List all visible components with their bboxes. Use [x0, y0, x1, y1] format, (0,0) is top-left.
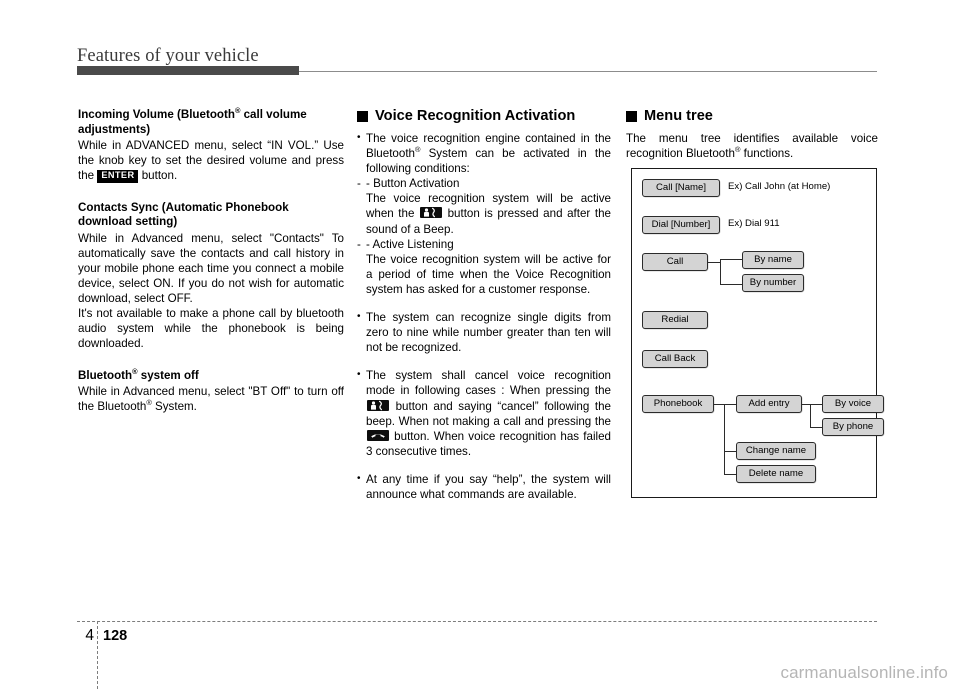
square-bullet-icon: [626, 111, 637, 122]
footer-divider: [77, 621, 877, 622]
voice-recognition-bullet-list: The voice recognition engine contained i…: [357, 130, 611, 176]
incoming-volume-heading-text1: Incoming Volume (Bluetooth: [78, 108, 235, 121]
end-call-icon[interactable]: [367, 429, 389, 441]
tree-connector: [720, 284, 742, 285]
contacts-sync-paragraph-1: While in Advanced menu, select "Contacts…: [78, 231, 344, 306]
tree-connector: [720, 259, 721, 285]
tree-connector: [810, 404, 811, 428]
voice-recognition-glyph: [424, 208, 436, 218]
bluetooth-off-text2: System.: [151, 400, 197, 414]
bluetooth-off-paragraph: While in Advanced menu, select "BT Off" …: [78, 384, 344, 414]
tree-example-dial-number: Ex) Dial 911: [728, 218, 780, 229]
cancel-bullet-list: The system shall cancel voice recognitio…: [357, 367, 611, 459]
tree-node-change-name[interactable]: Change name: [736, 442, 816, 460]
tree-node-by-phone[interactable]: By phone: [822, 418, 884, 436]
page-header-title: Features of your vehicle: [77, 46, 259, 66]
menu-tree-intro: The menu tree identifies available voice…: [626, 131, 878, 161]
column-left: Incoming Volume (Bluetooth® call volume …: [78, 107, 344, 414]
column-right: Menu tree The menu tree identifies avail…: [626, 108, 878, 161]
tree-node-by-voice[interactable]: By voice: [822, 395, 884, 413]
voice-recognition-glyph: [371, 400, 383, 410]
tree-example-call-name: Ex) Call John (at Home): [728, 181, 831, 192]
tree-node-redial[interactable]: Redial: [642, 311, 708, 329]
menu-tree-heading: Menu tree: [626, 108, 878, 125]
watermark: carmanualsonline.info: [780, 663, 948, 682]
column-middle: Voice Recognition Activation The voice r…: [357, 108, 611, 502]
chapter-number: 4: [85, 627, 94, 644]
bullet3-text2: button and saying “cancel” following the…: [366, 399, 611, 428]
bluetooth-off-heading-text2: system off: [137, 368, 199, 382]
tree-node-add-entry[interactable]: Add entry: [736, 395, 802, 413]
manual-page: Features of your vehicle Incoming Volume…: [0, 0, 960, 689]
bluetooth-off-heading-text1: Bluetooth: [78, 368, 133, 382]
voice-recognition-activation-heading-text: Voice Recognition Activation: [375, 108, 576, 124]
bluetooth-off-text1: While in Advanced menu, select "BT Off" …: [78, 385, 344, 414]
tree-connector: [810, 404, 822, 405]
incoming-volume-text2: button.: [138, 169, 178, 183]
header-rule-thick: [77, 66, 299, 75]
tree-connector: [724, 404, 736, 405]
button-activation-label: - Button Activation: [357, 176, 611, 191]
footer-vertical-divider: [97, 621, 98, 689]
tree-connector: [724, 474, 736, 475]
active-listening-label-text: - Active Listening: [366, 237, 454, 251]
enter-key-chip[interactable]: ENTER: [97, 170, 139, 183]
button-activation-description: The voice recognition system will be act…: [357, 191, 611, 236]
help-command-bullet: At any time if you say “help”, the syste…: [357, 471, 611, 502]
single-digit-recognition-bullet: The system can recognize single digits f…: [357, 309, 611, 355]
menu-tree-intro-text2: functions.: [740, 147, 794, 161]
active-listening-label: - Active Listening: [357, 237, 611, 252]
help-bullet-list: At any time if you say “help”, the syste…: [357, 471, 611, 502]
tree-connector: [724, 404, 725, 475]
tree-connector: [802, 404, 810, 405]
tree-node-call[interactable]: Call: [642, 253, 708, 271]
tree-connector: [720, 259, 742, 260]
menu-tree-inner: Call [Name] Ex) Call John (at Home) Dial…: [632, 169, 884, 497]
contacts-sync-heading: Contacts Sync (Automatic Phonebook downl…: [78, 200, 289, 229]
bluetooth-off-heading: Bluetooth® system off: [78, 367, 344, 384]
voice-recognition-activation-heading: Voice Recognition Activation: [357, 108, 611, 125]
tree-node-delete-name[interactable]: Delete name: [736, 465, 816, 483]
tree-node-call-name[interactable]: Call [Name]: [642, 179, 720, 197]
menu-tree-heading-text: Menu tree: [644, 108, 713, 124]
menu-tree-diagram: Call [Name] Ex) Call John (at Home) Dial…: [631, 168, 884, 498]
square-bullet-icon: [357, 111, 368, 122]
contacts-sync-paragraph-2: It's not available to make a phone call …: [78, 307, 344, 351]
tree-node-by-number[interactable]: By number: [742, 274, 804, 292]
incoming-volume-paragraph: While in ADVANCED menu, select “IN VOL.”…: [78, 138, 344, 183]
incoming-volume-heading: Incoming Volume (Bluetooth® call volume …: [78, 107, 344, 137]
cancel-voice-recognition-bullet: The system shall cancel voice recognitio…: [357, 367, 611, 459]
tree-node-dial-number[interactable]: Dial [Number]: [642, 216, 720, 234]
tree-node-call-back[interactable]: Call Back: [642, 350, 708, 368]
tree-connector: [724, 451, 736, 452]
voice-recognition-icon[interactable]: [367, 399, 389, 411]
tree-node-by-name[interactable]: By name: [742, 251, 804, 269]
active-listening-description: The voice recognition system will be act…: [366, 252, 611, 296]
bullet-activation-conditions: The voice recognition engine contained i…: [357, 130, 611, 176]
tree-connector: [810, 427, 822, 428]
bullet3-text1: The system shall cancel voice recognitio…: [366, 369, 611, 398]
bullet3-text3: button. When voice recognition has faile…: [366, 429, 611, 458]
end-call-glyph: [371, 433, 385, 438]
page-number: 128: [103, 628, 128, 644]
button-activation-label-text: - Button Activation: [366, 177, 460, 191]
voice-recognition-icon[interactable]: [420, 207, 442, 219]
digit-recognition-bullet-list: The system can recognize single digits f…: [357, 309, 611, 355]
tree-connector: [708, 262, 720, 263]
tree-connector: [714, 404, 724, 405]
tree-node-phonebook[interactable]: Phonebook: [642, 395, 714, 413]
